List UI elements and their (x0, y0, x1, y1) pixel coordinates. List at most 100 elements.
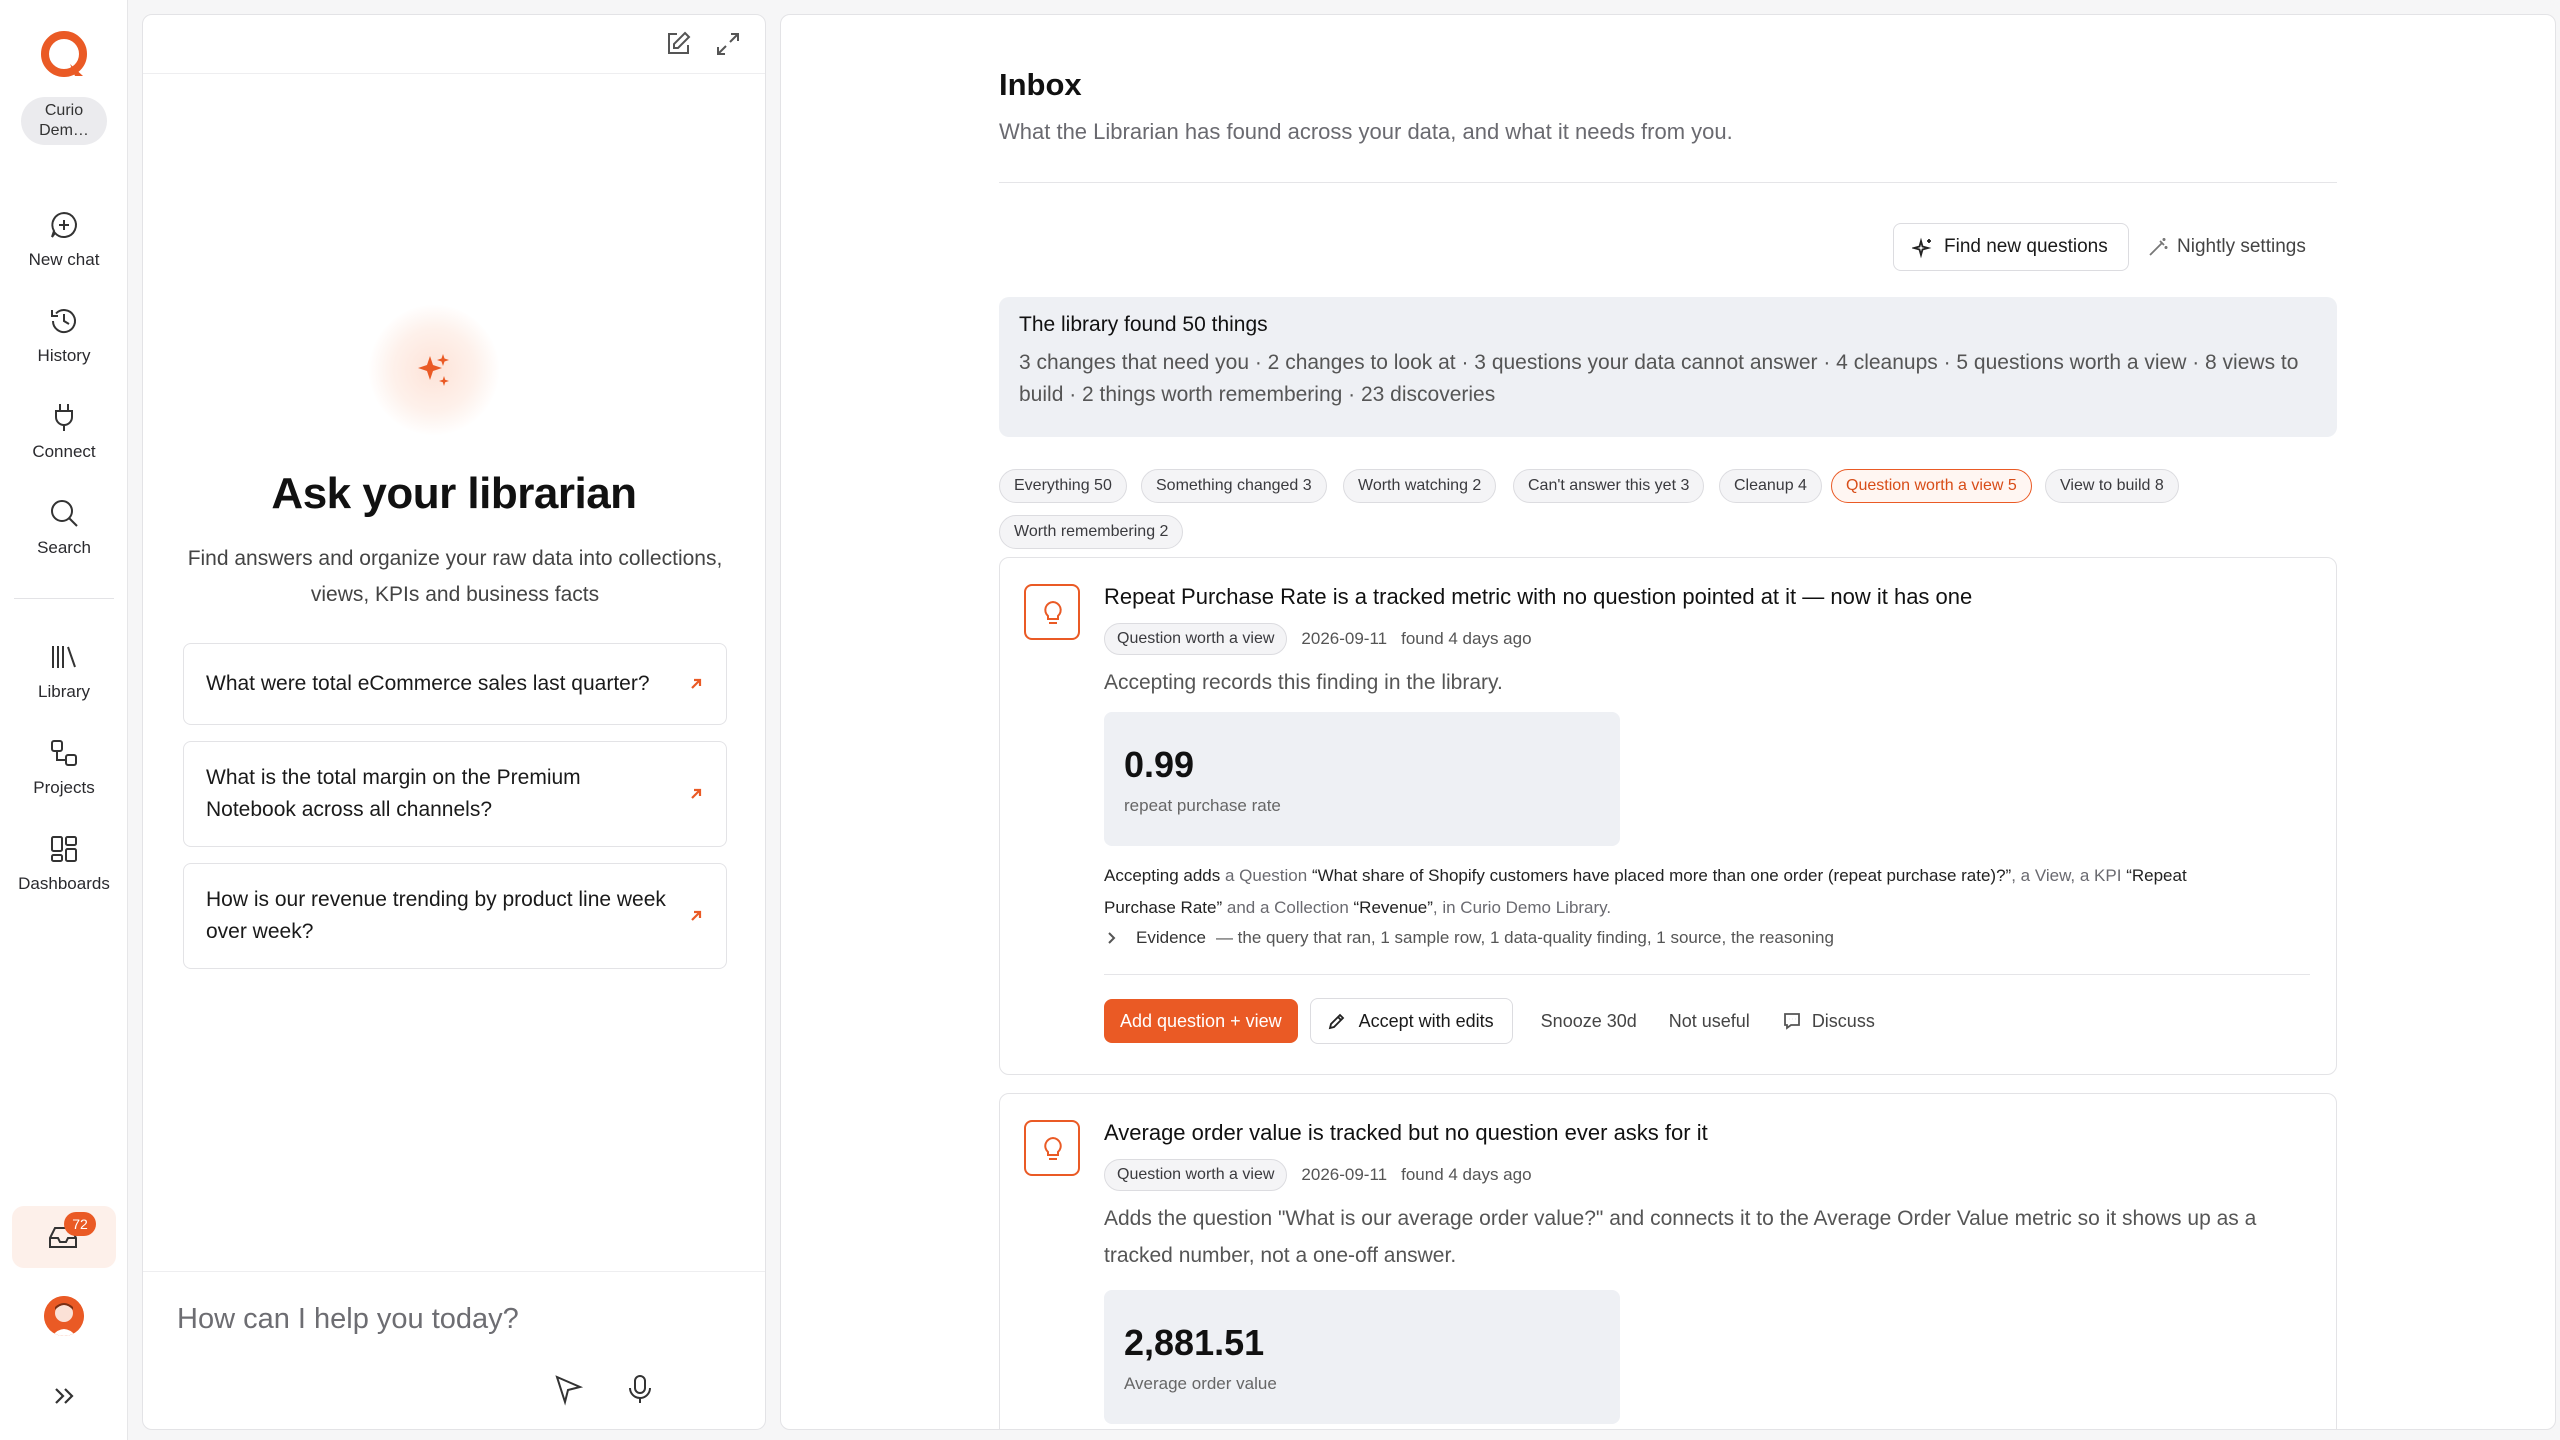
chat-toolbar (143, 15, 765, 74)
sparkle-icon (1912, 237, 1934, 259)
arrow-up-right-icon (686, 674, 706, 694)
suggestion-text: How is our revenue trending by product l… (206, 888, 666, 943)
expand-sidebar-icon[interactable] (48, 1380, 80, 1412)
rail-label: Library (38, 682, 90, 701)
accept-library: , in Curio Demo Library. (1432, 898, 1612, 917)
rail-library[interactable]: Library (0, 640, 128, 702)
rail-label: History (37, 346, 91, 365)
add-question-view-button[interactable]: Add question + view (1104, 999, 1298, 1043)
card-tag: Question worth a view (1104, 623, 1288, 655)
suggestion-card[interactable]: How is our revenue trending by product l… (183, 863, 727, 969)
filter-chip[interactable]: Worth watching 2 (1343, 469, 1497, 503)
rail-label: Search (37, 538, 91, 557)
finding-card: Repeat Purchase Rate is a tracked metric… (999, 557, 2337, 1075)
lightbulb-icon (1024, 584, 1080, 640)
plug-icon (47, 400, 81, 434)
finding-card: Average order value is tracked but no qu… (999, 1093, 2337, 1429)
inbox-panel: Inbox What the Librarian has found acros… (780, 14, 2556, 1430)
rail-dashboards[interactable]: Dashboards (0, 832, 128, 894)
summary-text: 3 changes that need you · 2 changes to l… (1019, 351, 2299, 406)
card-divider (1104, 974, 2310, 975)
card-description: Adds the question "What is our average o… (1104, 1207, 2257, 1267)
workspace-switcher[interactable]: Curio Dem… (21, 97, 107, 145)
suggestion-card[interactable]: What were total eCommerce sales last qua… (183, 643, 727, 725)
chat-input[interactable] (175, 1296, 719, 1342)
magic-wand-icon (2147, 236, 2169, 258)
card-found: found 4 days ago (1401, 1165, 1532, 1184)
filter-chip[interactable]: Can't answer this yet 3 (1513, 469, 1705, 503)
library-icon (47, 640, 81, 674)
projects-icon (47, 736, 81, 770)
card-meta: Question worth a view 2026-09-11 found 4… (1104, 1159, 1532, 1191)
inbox-count-badge: 72 (64, 1212, 96, 1236)
rail-label: Dashboards (18, 874, 110, 893)
chevron-right-icon (1104, 930, 1120, 946)
discuss-button[interactable]: Discuss (1766, 999, 1891, 1043)
accept-question: “What share of Shopify customers have pl… (1311, 866, 2012, 885)
rail-divider (14, 598, 114, 599)
card-title: Repeat Purchase Rate is a tracked metric… (1104, 584, 1973, 609)
compose-icon[interactable] (663, 29, 693, 59)
rail-inbox[interactable]: 72 (12, 1206, 116, 1268)
nightly-settings-label: Nightly settings (2177, 236, 2306, 257)
card-date: 2026-09-11 (1301, 629, 1388, 648)
chat-composer (143, 1271, 765, 1430)
filter-chip[interactable]: Worth remembering 2 (999, 515, 1184, 549)
microphone-icon[interactable] (623, 1372, 657, 1406)
rail-label: Connect (32, 442, 96, 461)
header-divider (999, 182, 2337, 183)
summary-panel: The library found 50 things 3 changes th… (999, 297, 2337, 437)
rail-new-chat[interactable]: New chat (0, 208, 128, 270)
rail-search[interactable]: Search (0, 496, 128, 558)
filter-chip[interactable]: View to build 8 (2045, 469, 2179, 503)
suggestion-text: What were total eCommerce sales last qua… (206, 672, 650, 695)
accept-with-edits-button[interactable]: Accept with edits (1309, 998, 1513, 1044)
metric-box: 2,881.51 Average order value (1104, 1290, 1620, 1424)
user-avatar[interactable] (44, 1296, 84, 1336)
filter-chip[interactable]: Cleanup 4 (1719, 469, 1822, 503)
find-new-questions-button[interactable]: Find new questions (1893, 223, 2129, 271)
lightbulb-icon (1024, 1120, 1080, 1176)
evidence-text: — the query that ran, 1 sample row, 1 da… (1215, 928, 1834, 947)
filter-chip[interactable]: Something changed 3 (1141, 469, 1327, 503)
accept-prefix: Accepting adds (1104, 866, 1221, 885)
page-subtitle: What the Librarian has found across your… (999, 119, 1733, 144)
snooze-button[interactable]: Snooze 30d (1525, 999, 1653, 1043)
summary-title: The library found 50 things (1019, 313, 1268, 336)
accept-with-edits-label: Accept with edits (1358, 1011, 1494, 1031)
rail-projects[interactable]: Projects (0, 736, 128, 798)
evidence-label: Evidence (1136, 928, 1206, 947)
history-icon (47, 304, 81, 338)
rail-connect[interactable]: Connect (0, 400, 128, 462)
workspace-name-line2: Dem… (39, 122, 89, 139)
left-rail: Curio Dem… New chat History Connect Sear… (0, 0, 128, 1440)
card-meta: Question worth a view 2026-09-11 found 4… (1104, 623, 1532, 655)
not-useful-button[interactable]: Not useful (1653, 999, 1766, 1043)
nightly-settings-button[interactable]: Nightly settings (2139, 223, 2326, 271)
chat-title: Ask your librarian (271, 469, 637, 518)
metric-box: 0.99 repeat purchase rate (1104, 712, 1620, 846)
card-found: found 4 days ago (1401, 629, 1532, 648)
card-title: Average order value is tracked but no qu… (1104, 1120, 1708, 1145)
card-actions: Add question + view Accept with edits Sn… (1104, 998, 1891, 1044)
expand-icon[interactable] (713, 29, 743, 59)
suggestion-card[interactable]: What is the total margin on the Premium … (183, 741, 727, 847)
filter-chip-active[interactable]: Question worth a view 5 (1831, 469, 2032, 503)
filter-chip[interactable]: Everything 50 (999, 469, 1127, 503)
card-description: Accepting records this finding in the li… (1104, 671, 1503, 694)
evidence-toggle[interactable]: Evidence — the query that ran, 1 sample … (1104, 928, 1834, 948)
curio-logo-icon[interactable] (37, 28, 91, 82)
metric-caption: repeat purchase rate (1124, 796, 1281, 815)
send-icon[interactable] (551, 1372, 585, 1406)
sparkle-icon (369, 305, 499, 435)
metric-value: 2,881.51 (1124, 1322, 1265, 1363)
rail-label: New chat (28, 250, 100, 269)
pencil-icon (1327, 1011, 1347, 1031)
discuss-label: Discuss (1811, 1011, 1875, 1031)
accept-view-kpi: , a View, a KPI (2011, 866, 2122, 885)
find-new-questions-label: Find new questions (1944, 236, 2108, 257)
rail-history[interactable]: History (0, 304, 128, 366)
chat-subtitle: Find answers and organize your raw data … (187, 547, 723, 606)
accept-collection: “Revenue” (1353, 898, 1433, 917)
chat-bubble-icon (1782, 1011, 1802, 1031)
